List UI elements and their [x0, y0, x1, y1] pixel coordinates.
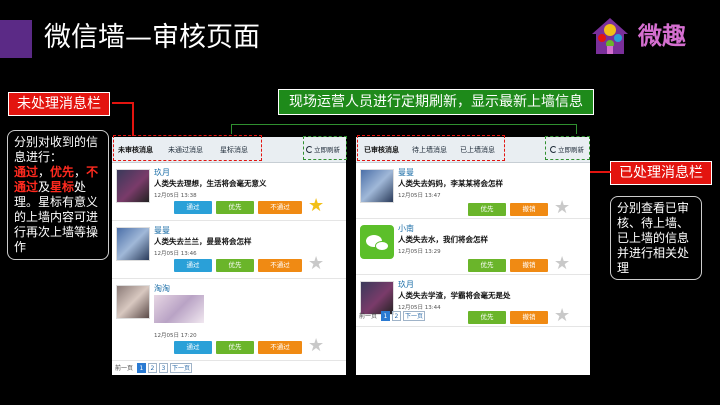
page-link[interactable]: 2: [147, 363, 157, 373]
message-text: 人类失去兰兰，曼曼将会怎样: [154, 237, 252, 246]
star-icon[interactable]: ★: [308, 197, 324, 215]
pagination: 前一页 1 2 下一页: [359, 311, 427, 322]
priority-button[interactable]: 优先: [468, 259, 506, 272]
right-refresh-highlight: [545, 136, 590, 160]
processed-tabs-highlight: [357, 135, 505, 161]
page-title: 微信墙—审核页面: [44, 22, 260, 53]
avatar: [116, 285, 150, 319]
note-priority: 优先: [50, 165, 75, 179]
list-item: 小南 人类失去水，我们将会怎样 12月05日 13:29 优先 撤销 ★: [356, 219, 590, 275]
message-time: 12月05日 13:46: [154, 251, 197, 257]
processed-callout: 已处理消息栏: [610, 161, 712, 185]
list-item: 曼曼 人类失去兰兰，曼曼将会怎样 12月05日 13:46 通过 优先 不通过 …: [112, 221, 346, 279]
pass-button[interactable]: 通过: [174, 201, 212, 214]
note-star: 星标: [50, 180, 75, 194]
refresh-callout: 现场运营人员进行定期刷新，显示最新上墙信息: [278, 89, 594, 115]
list-item: 玖月 人类失去理想，生活将会毫无意义 12月05日 13:38 通过 优先 不通…: [112, 163, 346, 221]
user-name: 玖月: [154, 168, 170, 177]
message-text: 人类失去学渣，学霸将会毫无是处: [398, 291, 511, 300]
unprocessed-leader-line-v: [132, 102, 134, 136]
avatar: [116, 169, 150, 203]
pass-button[interactable]: 通过: [174, 259, 212, 272]
avatar: [360, 169, 394, 203]
note-sep: ，: [38, 165, 51, 179]
reject-button[interactable]: 不通过: [258, 341, 302, 354]
next-page-link[interactable]: 下一页: [169, 363, 192, 373]
user-name: 曼曼: [398, 168, 414, 177]
list-item: 淘淘 12月05日 17:20 通过 优先 不通过 ★: [112, 279, 346, 361]
message-time: 12月05日 13:29: [398, 249, 441, 255]
revoke-button[interactable]: 撤销: [510, 311, 548, 324]
message-text: 人类失去妈妈，李某某将会怎样: [398, 179, 503, 188]
star-icon[interactable]: ★: [554, 199, 570, 217]
prev-page-link[interactable]: 前一页: [359, 313, 377, 320]
image-thumbnail[interactable]: [154, 295, 204, 323]
pass-button[interactable]: 通过: [174, 341, 212, 354]
page-link[interactable]: 1: [380, 311, 390, 321]
unprocessed-callout: 未处理消息栏: [8, 92, 110, 116]
priority-button[interactable]: 优先: [216, 201, 254, 214]
brand-name: 微趣: [638, 22, 686, 50]
title-accent-bar: [0, 20, 32, 58]
user-name: 曼曼: [154, 226, 170, 235]
priority-button[interactable]: 优先: [216, 341, 254, 354]
priority-button[interactable]: 优先: [216, 259, 254, 272]
prev-page-link[interactable]: 前一页: [115, 365, 133, 372]
refresh-bracket: [231, 124, 577, 134]
message-time: 12月05日 13:47: [398, 193, 441, 199]
next-page-link[interactable]: 下一页: [402, 311, 425, 321]
message-text: 人类失去水，我们将会怎样: [398, 235, 488, 244]
note-and: 及: [38, 180, 51, 194]
message-text: 人类失去理想，生活将会毫无意义: [154, 179, 267, 188]
avatar: [116, 227, 150, 261]
star-icon[interactable]: ★: [554, 255, 570, 273]
right-note: 分别查看已审核、待上墙、已上墙的信息并进行相关处理: [610, 196, 702, 280]
reject-button[interactable]: 不通过: [258, 259, 302, 272]
revoke-button[interactable]: 撤销: [510, 203, 548, 216]
wechat-icon: [360, 225, 394, 259]
priority-button[interactable]: 优先: [468, 311, 506, 324]
user-name: 淘淘: [154, 284, 170, 293]
processed-panel: 已审核消息 待上墙消息 已上墙消息 立即刷新 曼曼 人类失去妈妈，李某某将会怎样…: [356, 137, 590, 375]
list-item: 曼曼 人类失去妈妈，李某某将会怎样 12月05日 13:47 优先 撤销 ★: [356, 163, 590, 219]
user-name: 玖月: [398, 280, 414, 289]
pagination: 前一页 1 2 3 下一页: [115, 363, 194, 374]
star-icon[interactable]: ★: [308, 255, 324, 273]
star-icon[interactable]: ★: [554, 307, 570, 325]
unprocessed-tabs-highlight: [113, 135, 262, 161]
user-name: 小南: [398, 224, 414, 233]
left-note: 分别对收到的信息进行： 通过，优先，不通过及星标处理。星标有意义的上墙内容可进行…: [7, 130, 109, 260]
brand: 微趣: [588, 14, 718, 58]
unprocessed-leader-line: [112, 102, 134, 104]
page-link[interactable]: 2: [391, 311, 401, 321]
message-time: 12月05日 13:38: [154, 193, 197, 199]
page-link[interactable]: 1: [136, 363, 146, 373]
brand-logo-icon: [592, 18, 628, 54]
note-pass: 通过: [14, 165, 39, 179]
page-link[interactable]: 3: [158, 363, 168, 373]
unprocessed-panel: 未审核消息 未通过消息 星标消息 立即刷新 玖月 人类失去理想，生活将会毫无意义…: [112, 137, 346, 375]
star-icon[interactable]: ★: [308, 337, 324, 355]
avatar: [360, 281, 394, 315]
note-intro: 分别对收到的信息进行：: [14, 135, 99, 164]
message-time: 12月05日 17:20: [154, 333, 197, 339]
reject-button[interactable]: 不通过: [258, 201, 302, 214]
left-refresh-highlight: [303, 136, 347, 160]
note-sep: ，: [74, 165, 87, 179]
priority-button[interactable]: 优先: [468, 203, 506, 216]
revoke-button[interactable]: 撤销: [510, 259, 548, 272]
message-time: 12月05日 13:44: [398, 305, 441, 311]
